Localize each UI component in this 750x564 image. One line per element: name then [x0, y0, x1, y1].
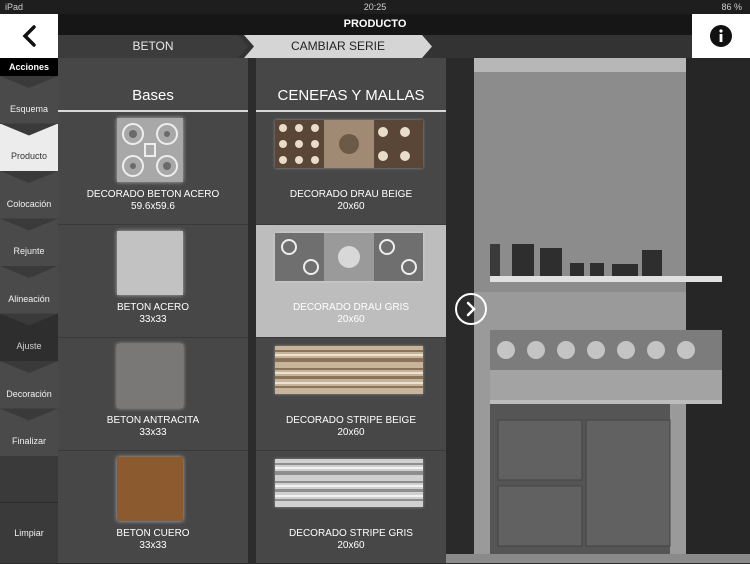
column-divider — [248, 58, 256, 563]
tile-name: DECORADO BETON ACERO — [86, 189, 220, 200]
tile-swatch — [117, 457, 183, 521]
tile-name: BETON ANTRACITA — [106, 415, 200, 426]
sidebar-item-alineacion[interactable]: Alineación — [0, 266, 58, 314]
sidebar-item-finalizar[interactable]: Finalizar — [0, 408, 58, 456]
bases-title: Bases — [58, 58, 248, 112]
cenefas-column: CENEFAS Y MALLAS DECORADO DRAU BEIGE 20x6… — [256, 58, 446, 563]
cenefa-tile[interactable]: DECORADO STRIPE BEIGE 20x60 — [256, 338, 446, 451]
tile-size: 59.6x59.6 — [131, 201, 175, 212]
chevron-left-icon — [22, 25, 36, 47]
tile-name: DECORADO STRIPE BEIGE — [285, 415, 417, 426]
cenefas-title: CENEFAS Y MALLAS — [256, 58, 446, 112]
sidebar-item-decoracion[interactable]: Decoración — [0, 361, 58, 409]
sidebar-item-colocacion[interactable]: Colocación — [0, 171, 58, 219]
tile-name: BETON ACERO — [116, 302, 190, 313]
tile-name: DECORADO STRIPE GRIS — [289, 528, 413, 539]
base-tile[interactable]: BETON ACERO 33x33 — [58, 225, 248, 338]
kitchen-preview — [446, 58, 750, 563]
chevron-right-icon — [466, 301, 476, 317]
sidebar-item-producto[interactable]: Producto — [0, 123, 58, 171]
tile-size: 33x33 — [139, 540, 167, 551]
breadcrumb-beton[interactable]: BETON — [58, 35, 248, 58]
breadcrumb: BETON CAMBIAR SERIE — [58, 35, 692, 58]
actions-sidebar: Acciones Esquema Producto Colocación Rej… — [0, 58, 58, 563]
tile-swatch — [117, 344, 183, 408]
bases-column: Bases DECORADO BETON ACERO 59.6x59.6 BETO… — [58, 58, 248, 563]
base-tile[interactable]: BETON ANTRACITA 33x33 — [58, 338, 248, 451]
status-bar: iPad 20:25 86 % — [0, 0, 750, 14]
base-tile[interactable]: DECORADO BETON ACERO 59.6x59.6 — [58, 112, 248, 225]
back-button[interactable] — [0, 14, 58, 58]
tile-size: 33x33 — [139, 314, 167, 325]
cenefa-tile-selected[interactable]: DECORADO DRAU GRIS 20x60 — [256, 225, 446, 338]
tile-size: 20x60 — [337, 201, 365, 212]
cenefa-tile[interactable]: DECORADO STRIPE GRIS 20x60 — [256, 451, 446, 564]
sidebar-item-rejunte[interactable]: Rejunte — [0, 218, 58, 266]
tile-swatch — [117, 231, 183, 295]
clock: 20:25 — [363, 2, 387, 12]
breadcrumb-cambiar-serie[interactable]: CAMBIAR SERIE — [244, 35, 432, 58]
next-button[interactable] — [455, 293, 487, 325]
tile-swatch — [275, 233, 423, 281]
tile-swatch — [275, 120, 423, 168]
tile-name: DECORADO DRAU BEIGE — [289, 189, 413, 200]
tile-size: 20x60 — [337, 314, 365, 325]
info-button[interactable] — [692, 14, 750, 58]
page-title: PRODUCTO — [58, 14, 692, 35]
sidebar-item-esquema[interactable]: Esquema — [0, 76, 58, 124]
cenefa-tile[interactable]: DECORADO DRAU BEIGE 20x60 — [256, 112, 446, 225]
tile-size: 20x60 — [337, 540, 365, 551]
tile-swatch — [117, 118, 183, 182]
tile-size: 33x33 — [139, 427, 167, 438]
tile-name: BETON CUERO — [116, 528, 190, 539]
tile-name: DECORADO DRAU GRIS — [292, 302, 410, 313]
sidebar-heading: Acciones — [0, 58, 58, 76]
tile-swatch — [275, 346, 423, 394]
battery-level: 86 % — [721, 2, 742, 12]
info-icon — [710, 25, 732, 47]
clear-button[interactable]: Limpiar — [0, 502, 58, 563]
base-tile[interactable]: BETON CUERO 33x33 — [58, 451, 248, 564]
tile-swatch — [275, 459, 423, 507]
tile-size: 20x60 — [337, 427, 365, 438]
sidebar-item-ajuste[interactable]: Ajuste — [0, 313, 58, 361]
